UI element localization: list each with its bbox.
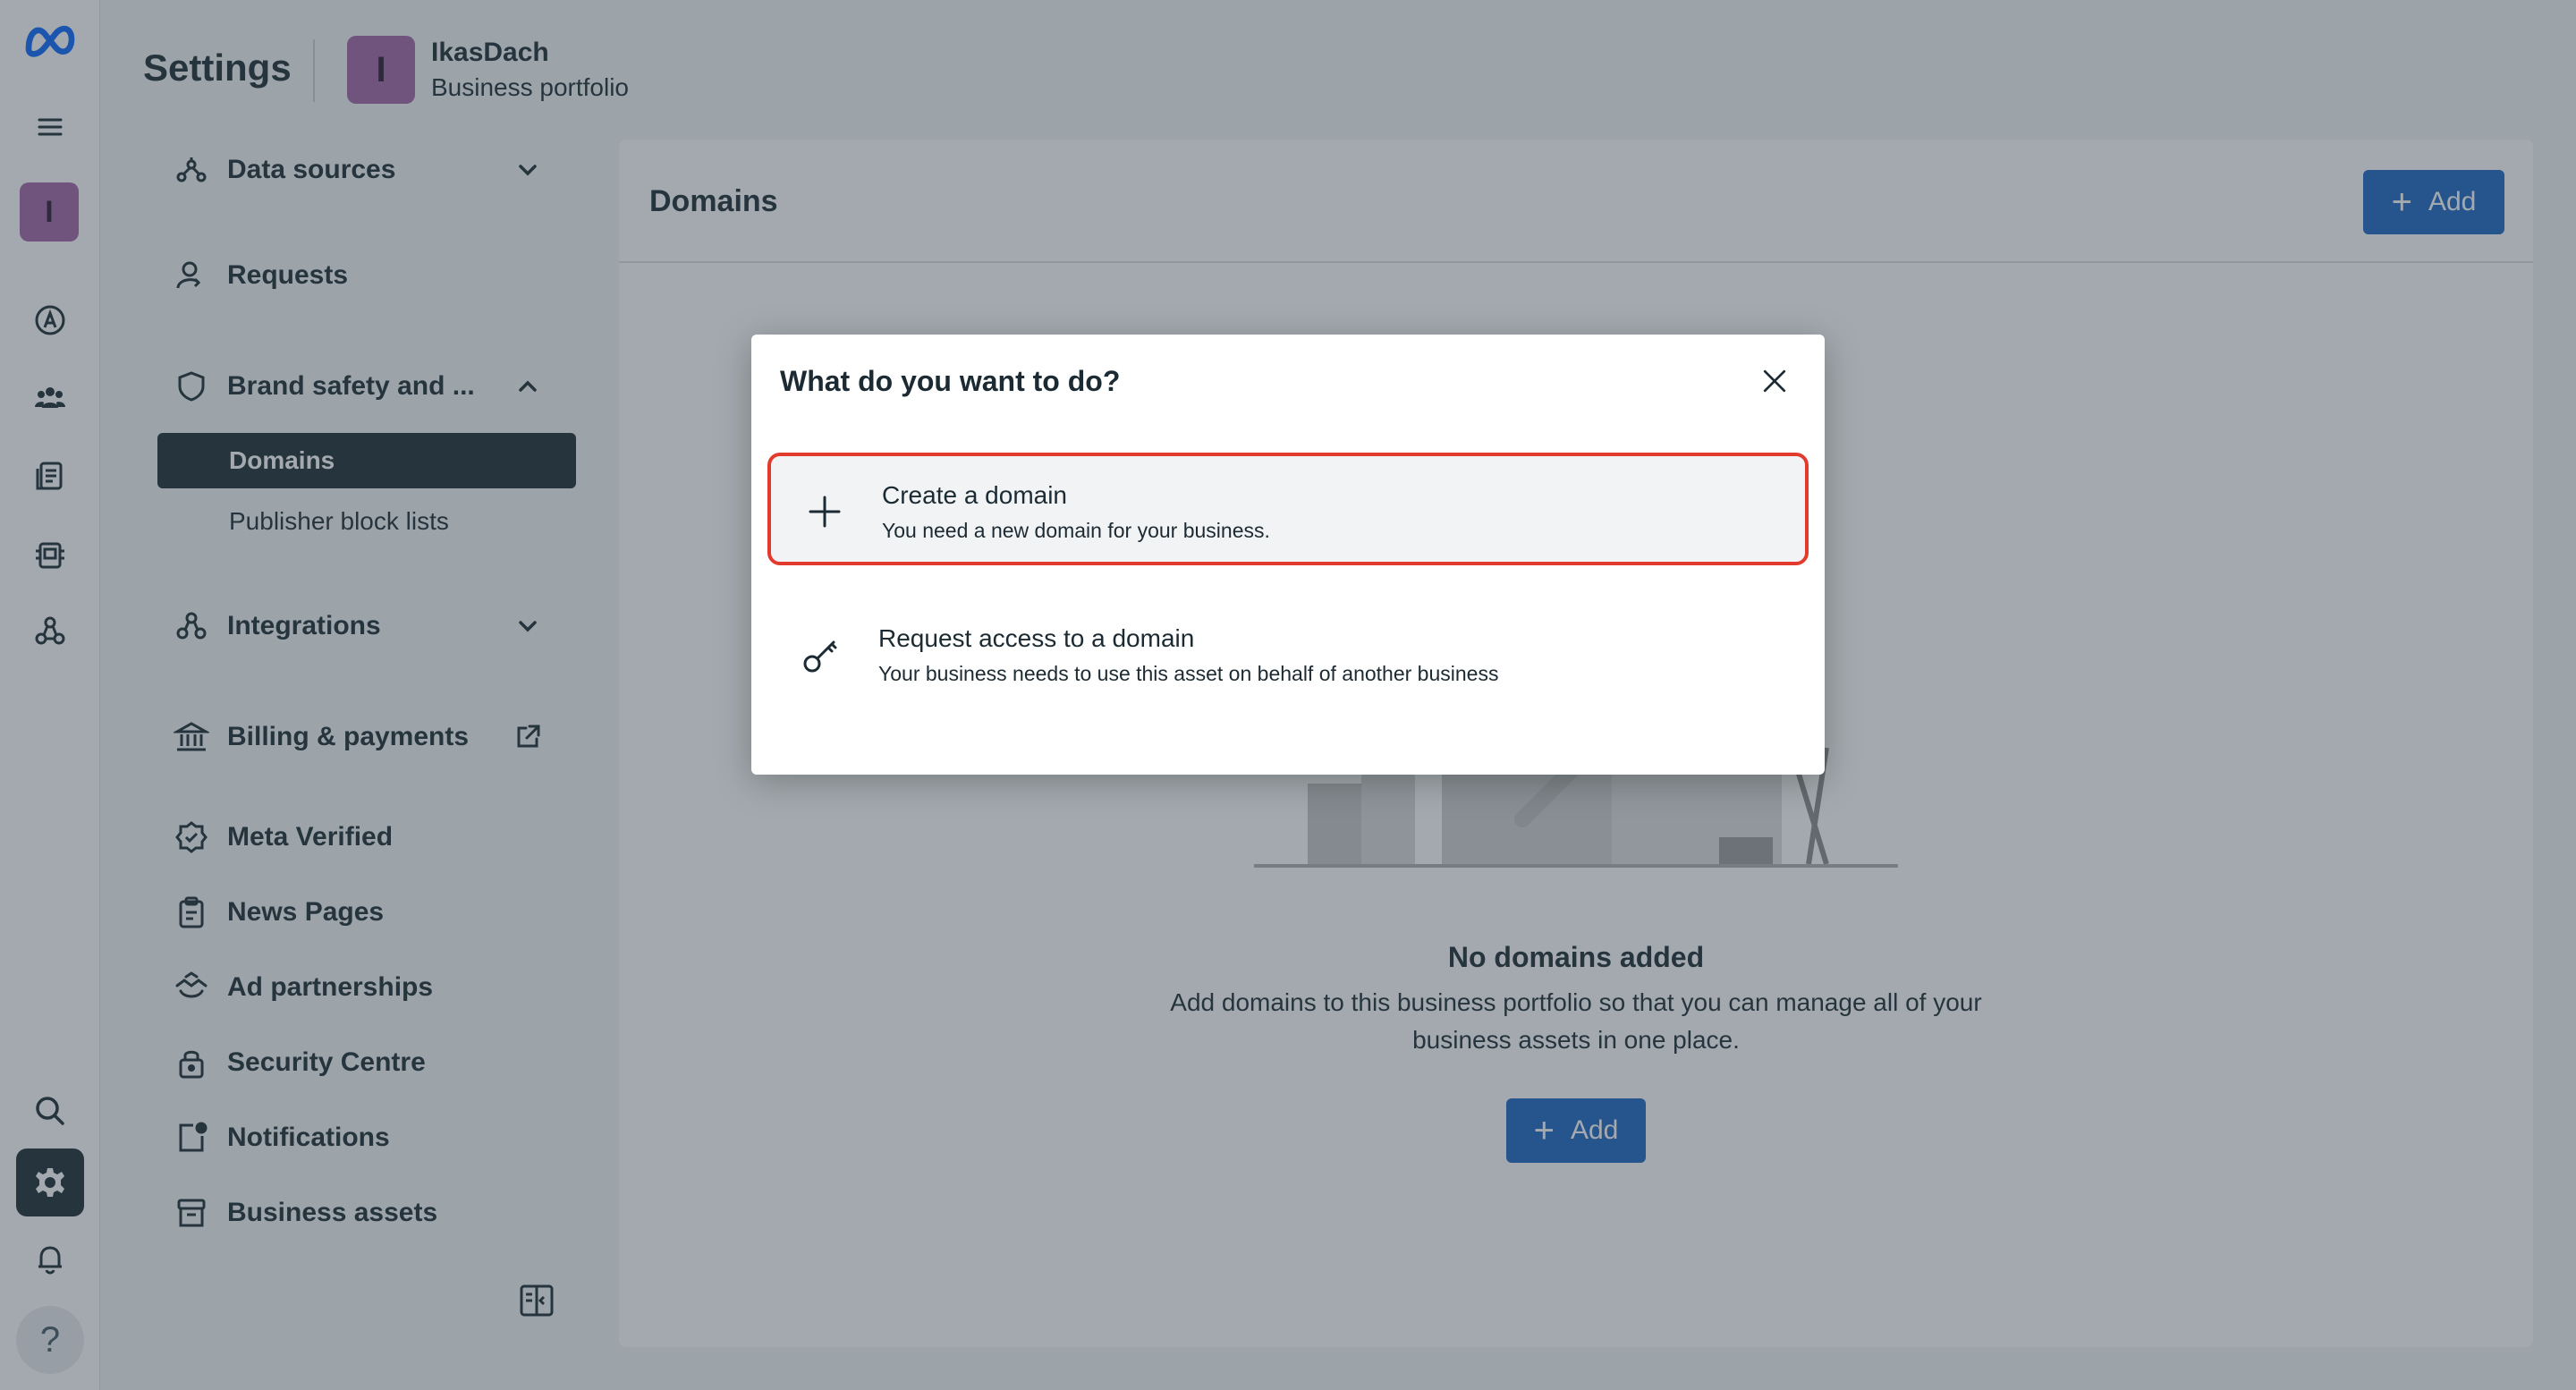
create-domain-option[interactable]: Create a domain You need a new domain fo… (767, 453, 1809, 565)
option-description: You need a new domain for your business. (882, 519, 1270, 542)
action-dialog: What do you want to do? Create a domain … (751, 335, 1825, 775)
option-title: Request access to a domain (878, 624, 1195, 652)
option-title: Create a domain (882, 481, 1068, 509)
plus-icon (809, 496, 841, 528)
option-description: Your business needs to use this asset on… (878, 662, 1499, 685)
key-icon (803, 640, 837, 673)
close-icon[interactable] (1755, 361, 1794, 401)
request-access-option[interactable]: Request access to a domain Your business… (767, 599, 1809, 712)
dialog-title: What do you want to do? (780, 365, 1121, 397)
